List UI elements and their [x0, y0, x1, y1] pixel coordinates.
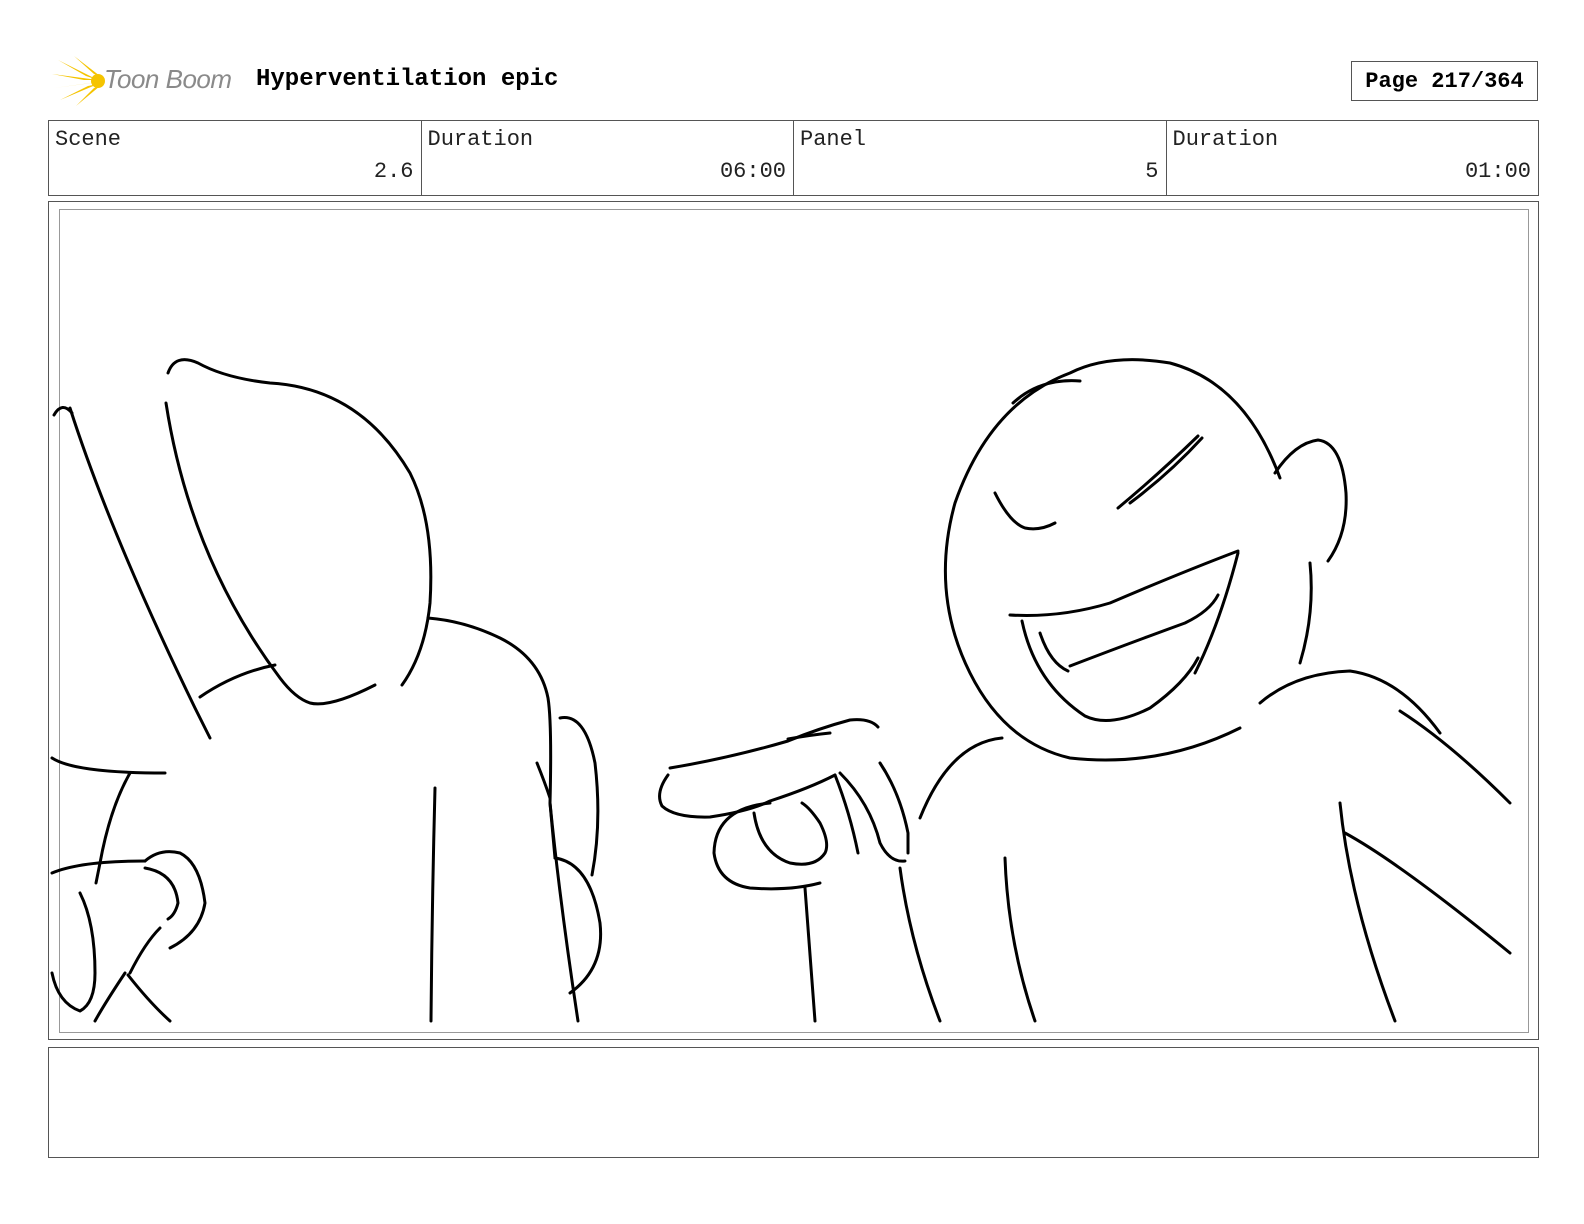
scene-duration-value: 06:00	[719, 159, 786, 184]
scene-duration-cell: Duration 06:00	[422, 121, 794, 195]
scene-value: 2.6	[373, 159, 414, 184]
panel-cell: Panel 5	[794, 121, 1167, 195]
project-title: Hyperventilation epic	[256, 66, 559, 93]
scene-duration-label: Duration	[427, 127, 534, 152]
logo-wordmark: Toon Boom	[104, 64, 232, 94]
scene-cell: Scene 2.6	[49, 121, 422, 195]
panel-duration-label: Duration	[1172, 127, 1279, 152]
storyboard-sketch	[50, 358, 1512, 1023]
panel-label: Panel	[800, 127, 867, 152]
page-indicator: Page 217/364	[1351, 61, 1538, 101]
scene-label: Scene	[55, 127, 122, 152]
panel-duration-cell: Duration 01:00	[1167, 121, 1539, 195]
panel-notes-box	[48, 1047, 1539, 1158]
panel-duration-value: 01:00	[1464, 159, 1531, 184]
panel-value: 5	[1145, 159, 1159, 184]
panel-info-table: Scene 2.6 Duration 06:00 Panel 5 Duratio…	[48, 120, 1539, 196]
